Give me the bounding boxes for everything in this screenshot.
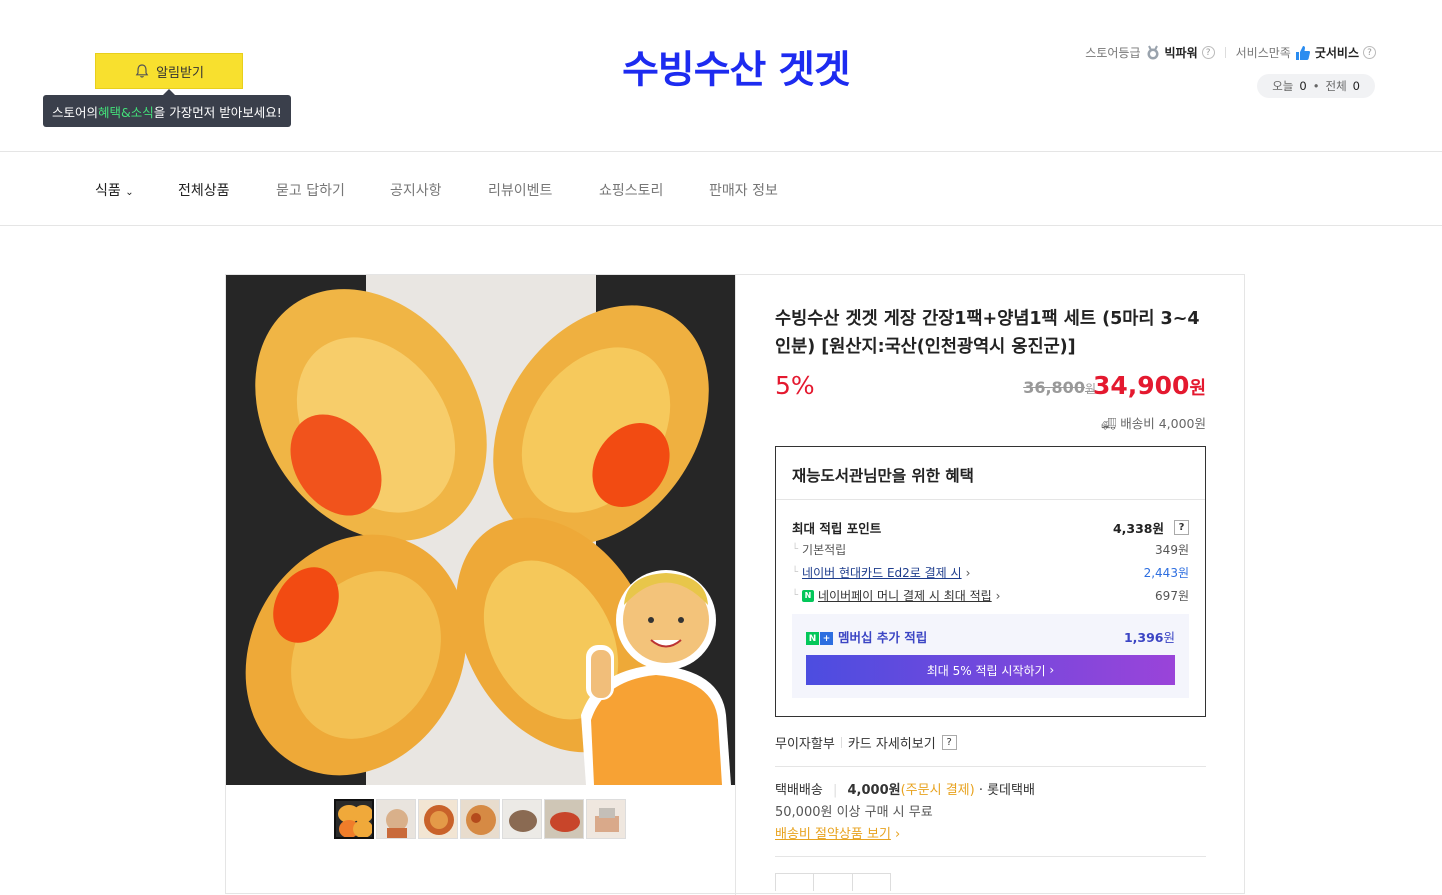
thumbnail[interactable]: [460, 799, 500, 839]
crab-photo: [226, 275, 735, 785]
chevron-right-icon: ›: [995, 588, 1001, 603]
naverpay-icon: N: [802, 589, 815, 602]
store-grade: 스토어등급 빅파워 ? 서비스만족 굿서비스 ?: [1085, 44, 1376, 61]
nav-notice[interactable]: 공지사항: [390, 180, 442, 200]
sale-price: 34,900원: [1092, 371, 1206, 400]
bell-icon: [135, 64, 149, 78]
medal-icon: [1147, 45, 1158, 59]
delivery-info: 택배배송 | 4,000원(주문시 결제) · 롯데택배 50,000원 이상 …: [775, 783, 1035, 842]
nav-all-products[interactable]: 전체상품: [178, 180, 230, 200]
benefit-title: 재능도서관님만을 위한 혜택: [776, 447, 1205, 500]
nav-qna[interactable]: 묻고 답하기: [276, 180, 345, 200]
alarm-tooltip: 스토어의 혜택&소식 을 가장먼저 받아보세요!: [43, 89, 291, 127]
logo-text: 수빙수산 겟겟: [622, 47, 851, 92]
product-info: 수빙수산 겟겟 게장 간장1팩+양념1팩 세트 (5마리 3~4인분) [원산지…: [775, 275, 1206, 891]
card-row: 무이자할부 카드 자세히보기 ?: [775, 733, 1206, 767]
product-title: 수빙수산 겟겟 게장 간장1팩+양념1팩 세트 (5마리 3~4인분) [원산지…: [775, 309, 1200, 357]
price-row: 5% 36,800원 34,900원: [775, 371, 1206, 411]
alarm-label: 알림받기: [156, 65, 204, 81]
nav-shopping-story[interactable]: 쇼핑스토리: [599, 180, 663, 200]
chevron-right-icon: ›: [965, 565, 971, 580]
point-row-npay: └ N 네이버페이 머니 결제 시 최대 적립 › 697원: [792, 587, 1189, 604]
quantity-stepper[interactable]: [775, 873, 891, 891]
service-help-icon[interactable]: ?: [1363, 46, 1376, 59]
nplus-icon: N +: [806, 632, 833, 645]
discount-rate: 5%: [775, 371, 815, 400]
store-header: 알림받기 스토어의 혜택&소식 을 가장먼저 받아보세요! 수빙수산 겟겟 스토어…: [0, 0, 1442, 152]
thumbnail[interactable]: [586, 799, 626, 839]
point-row-basic: └ 기본적립 349원: [792, 543, 1189, 557]
thumbnail-strip: [334, 799, 626, 839]
thumbnail[interactable]: [418, 799, 458, 839]
shipping-fee: 🚚︎ 배송비 4,000원: [1101, 416, 1206, 431]
point-help-icon[interactable]: ?: [1174, 520, 1189, 535]
store-nav: 식품 ⌄ 전체상품 묻고 답하기 공지사항 리뷰이벤트 쇼핑스토리 판매자 정보: [0, 152, 1442, 226]
point-row-card: └ 네이버 현대카드 Ed2로 결제 시 › 2,443원: [792, 564, 1189, 581]
chevron-right-icon: ›: [895, 827, 901, 842]
product-main-image[interactable]: [226, 275, 735, 785]
membership-box: N + 멤버십 추가 적립 1,396원 최대 5% 적립 시작하기 ›: [792, 614, 1189, 698]
chevron-down-icon: ⌄: [125, 187, 134, 198]
npay-benefit-link[interactable]: 네이버페이 머니 결제 시 최대 적립: [818, 587, 992, 604]
thumbnail[interactable]: [376, 799, 416, 839]
grade-help-icon[interactable]: ?: [1201, 46, 1215, 59]
thumbnail[interactable]: [544, 799, 584, 839]
benefit-box: 재능도서관님만을 위한 혜택 최대 적립 포인트 4,338원? └ 기본적립 3…: [775, 446, 1206, 717]
product-section: 수빙수산 겟겟 게장 간장1팩+양념1팩 세트 (5마리 3~4인분) [원산지…: [225, 274, 1245, 895]
nav-review-event[interactable]: 리뷰이벤트: [488, 180, 552, 200]
truck-icon: 🚚︎: [1101, 417, 1117, 431]
thumbs-up-icon: [1295, 45, 1310, 60]
installment-label: 무이자할부: [775, 737, 835, 752]
nav-seller-info[interactable]: 판매자 정보: [709, 180, 778, 200]
nav-category-food[interactable]: 식품 ⌄: [95, 180, 134, 200]
membership-start-button[interactable]: 최대 5% 적립 시작하기 ›: [806, 655, 1175, 685]
chevron-right-icon: ›: [1049, 663, 1055, 677]
shipping-saving-link[interactable]: 배송비 절약상품 보기: [775, 827, 891, 842]
thumbnail[interactable]: [334, 799, 374, 839]
store-logo[interactable]: 수빙수산 겟겟: [536, 47, 936, 92]
original-price: 36,800원: [1023, 378, 1096, 397]
card-detail-link[interactable]: 카드 자세히보기: [848, 733, 936, 752]
alarm-button[interactable]: 알림받기: [95, 53, 243, 89]
card-help-icon[interactable]: ?: [941, 735, 957, 750]
visitor-count: 오늘 0 • 전체 0: [1257, 74, 1375, 98]
card-benefit-link[interactable]: 네이버 현대카드 Ed2로 결제 시: [802, 564, 962, 581]
max-point-row: 최대 적립 포인트 4,338원?: [792, 518, 1189, 537]
thumbnail[interactable]: [502, 799, 542, 839]
